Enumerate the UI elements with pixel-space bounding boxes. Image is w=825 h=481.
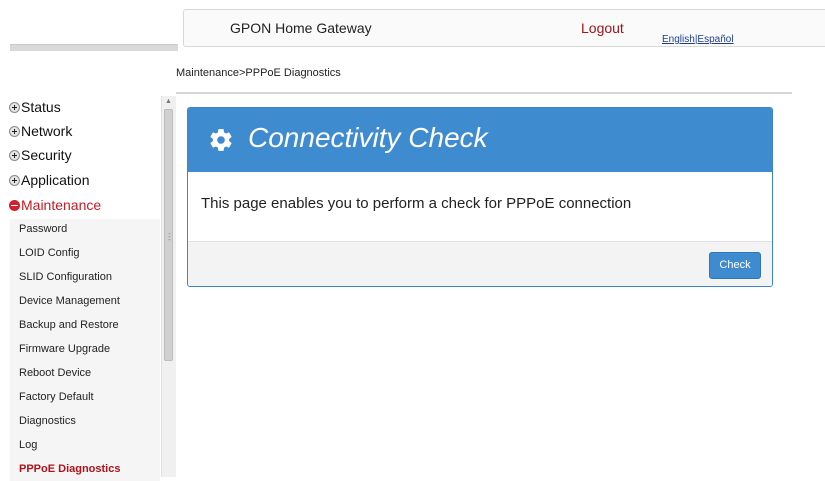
lang-english-link[interactable]: English [662, 34, 695, 45]
sidebar-item-label: Network [21, 123, 73, 139]
scroll-thumb[interactable]: --- [164, 109, 173, 361]
breadcrumb-divider [176, 92, 792, 94]
panel-title: Connectivity Check [248, 122, 488, 153]
minus-icon [9, 199, 20, 211]
plus-icon [9, 125, 20, 137]
gear-icon [210, 129, 232, 151]
sidebar-top-bar [10, 44, 178, 51]
panel-description: This page enables you to perform a check… [201, 195, 632, 212]
scroll-up-arrow-icon[interactable]: ▲ [165, 98, 172, 105]
plus-icon [9, 101, 20, 113]
sidebar-item-network[interactable]: Network [9, 121, 72, 141]
submenu-item-slid-configuration[interactable]: SLID Configuration [19, 271, 112, 283]
panel-footer: Check [188, 241, 772, 286]
sidebar-item-security[interactable]: Security [9, 145, 72, 165]
plus-icon [9, 149, 20, 161]
panel-header: Connectivity Check [188, 108, 772, 172]
language-selector: English|Español [662, 34, 734, 45]
sidebar-item-label: Maintenance [21, 197, 102, 213]
submenu-item-log[interactable]: Log [19, 439, 37, 451]
submenu-item-firmware-upgrade[interactable]: Firmware Upgrade [19, 343, 110, 355]
sidebar-item-application[interactable]: Application [9, 170, 90, 190]
lang-spanish-link[interactable]: Español [697, 34, 733, 45]
sidebar-item-status[interactable]: Status [9, 97, 61, 117]
submenu-item-device-management[interactable]: Device Management [19, 295, 120, 307]
sidebar-item-label: Status [21, 99, 61, 115]
header-bar: GPON Home Gateway Logout English|Español [183, 9, 825, 47]
logout-link[interactable]: Logout [581, 20, 624, 36]
plus-icon [9, 174, 20, 186]
sidebar-item-label: Application [21, 172, 90, 188]
scroll-grip-icon: --- [168, 229, 171, 244]
submenu-item-factory-default[interactable]: Factory Default [19, 391, 94, 403]
check-button[interactable]: Check [709, 252, 761, 279]
sidebar-scrollbar[interactable]: ▲ --- [161, 96, 176, 477]
submenu-item-backup-restore[interactable]: Backup and Restore [19, 319, 119, 331]
sidebar-item-label: Security [21, 147, 72, 163]
submenu-item-password[interactable]: Password [19, 223, 67, 235]
breadcrumb: Maintenance>PPPoE Diagnostics [176, 67, 341, 79]
sidebar-item-maintenance[interactable]: Maintenance [9, 195, 101, 215]
submenu-item-pppoe-diagnostics[interactable]: PPPoE Diagnostics [19, 463, 120, 475]
connectivity-check-panel: Connectivity Check This page enables you… [187, 107, 773, 287]
submenu-item-diagnostics[interactable]: Diagnostics [19, 415, 76, 427]
submenu-item-reboot-device[interactable]: Reboot Device [19, 367, 91, 379]
app-title: GPON Home Gateway [230, 20, 372, 36]
submenu-item-loid-config[interactable]: LOID Config [19, 247, 80, 259]
